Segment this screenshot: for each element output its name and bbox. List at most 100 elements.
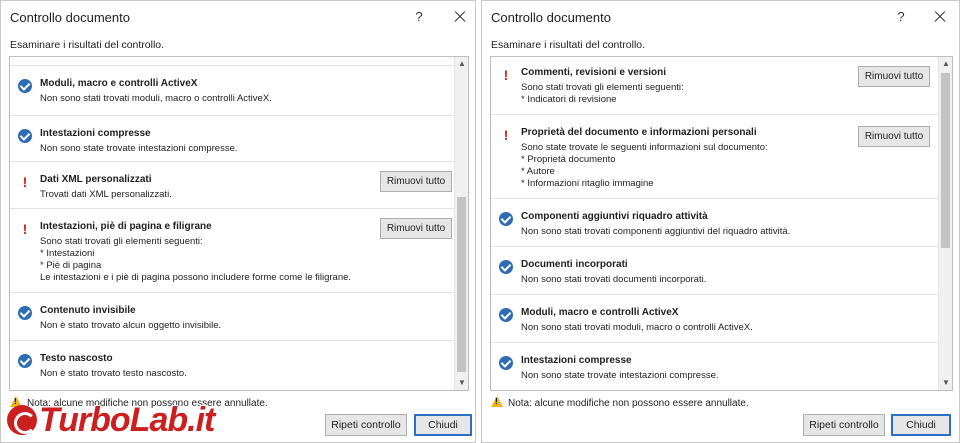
item-title: Componenti aggiuntivi riquadro attività xyxy=(521,211,708,222)
item-line: Non sono state trovate intestazioni comp… xyxy=(40,143,238,154)
status-ok-icon xyxy=(18,354,32,368)
list-item: Contenuto invisibile Non è stato trovato… xyxy=(10,293,454,341)
item-line: Non è stato trovato testo nascosto. xyxy=(40,368,187,379)
warning-triangle-icon xyxy=(491,396,503,407)
dialog-title: Controllo documento xyxy=(10,10,130,25)
item-title: Intestazioni compresse xyxy=(40,128,151,139)
status-warning-icon: ! xyxy=(499,68,513,82)
item-description: Non è stato trovato testo nascosto. xyxy=(40,368,187,380)
scroll-down-icon[interactable]: ▼ xyxy=(939,376,952,390)
list-item: Documenti incorporati Non sono stati tro… xyxy=(491,247,938,295)
check-icon xyxy=(499,356,513,370)
inspector-dialog-left: Controllo documento ? Esaminare i risult… xyxy=(0,0,476,443)
item-title: Proprietà del documento e informazioni p… xyxy=(521,127,757,138)
exclamation-icon: ! xyxy=(22,221,28,237)
scroll-up-icon[interactable]: ▲ xyxy=(455,57,468,71)
status-ok-icon xyxy=(499,260,513,274)
list-item: Moduli, macro e controlli ActiveX Non so… xyxy=(10,66,454,116)
status-ok-icon xyxy=(18,79,32,93)
remove-all-button[interactable]: Rimuovi tutto xyxy=(380,218,452,239)
item-line: Non sono stati trovati moduli, macro o c… xyxy=(521,322,753,333)
item-title: Moduli, macro e controlli ActiveX xyxy=(40,78,198,89)
instructions-text: Esaminare i risultati del controllo. xyxy=(491,39,646,51)
item-description: Non è stato trovato alcun oggetto invisi… xyxy=(40,320,221,332)
scrollbar-thumb[interactable] xyxy=(457,197,466,372)
item-line: Trovati dati XML personalizzati. xyxy=(40,189,172,200)
check-icon xyxy=(499,260,513,274)
check-icon xyxy=(18,306,32,320)
close-icon[interactable] xyxy=(449,7,471,27)
results-list: ! Commenti, revisioni e versioni Sono st… xyxy=(490,56,953,391)
item-line: * Intestazioni xyxy=(40,248,95,259)
item-line: Non è stato trovato alcun oggetto invisi… xyxy=(40,320,222,331)
list-item: Componenti aggiuntivi riquadro attività … xyxy=(491,199,938,247)
recheck-button[interactable]: Ripeti controllo xyxy=(325,414,407,436)
scroll-up-icon[interactable]: ▲ xyxy=(939,57,952,71)
exclamation-icon: ! xyxy=(503,127,509,143)
list-item: Testo nascosto Non è stato trovato testo… xyxy=(10,341,454,390)
item-description: Sono state trovate le seguenti informazi… xyxy=(521,142,768,190)
close-icon[interactable] xyxy=(929,7,951,27)
list-item-partial xyxy=(10,57,454,66)
remove-all-button[interactable]: Rimuovi tutto xyxy=(858,66,930,87)
vertical-scrollbar[interactable]: ▲ ▼ xyxy=(454,57,468,390)
item-title: Testo nascosto xyxy=(40,353,113,364)
close-button[interactable]: Chiudi xyxy=(414,414,472,436)
item-description: Non sono state trovate intestazioni comp… xyxy=(521,370,719,382)
status-ok-icon xyxy=(18,306,32,320)
dialog-title: Controllo documento xyxy=(491,10,611,25)
item-line: Sono stati trovati gli elementi seguenti… xyxy=(521,82,684,93)
item-title: Documenti incorporati xyxy=(521,259,628,270)
status-ok-icon xyxy=(499,356,513,370)
check-icon xyxy=(499,212,513,226)
item-description: Non sono stati trovati componenti aggiun… xyxy=(521,226,790,238)
item-description: Sono stati trovati gli elementi seguenti… xyxy=(40,236,351,284)
exclamation-icon: ! xyxy=(22,174,28,190)
title-bar: Controllo documento ? xyxy=(1,1,475,33)
item-line: Non sono stati trovati componenti aggiun… xyxy=(521,226,791,237)
vertical-scrollbar[interactable]: ▲ ▼ xyxy=(938,57,952,390)
list-item: ! Dati XML personalizzati Trovati dati X… xyxy=(10,162,454,209)
item-line: * Proprietà documento xyxy=(521,154,616,165)
item-title: Moduli, macro e controlli ActiveX xyxy=(521,307,679,318)
title-bar: Controllo documento ? xyxy=(482,1,959,33)
warning-note: Nota: alcune modifiche non possono esser… xyxy=(491,396,749,409)
item-line: Le intestazioni e i piè di pagina posson… xyxy=(40,272,352,283)
item-title: Intestazioni compresse xyxy=(521,355,632,366)
note-text: Nota: alcune modifiche non possono esser… xyxy=(508,398,749,409)
item-line: Non sono state trovate intestazioni comp… xyxy=(521,370,719,381)
item-description: Non sono stati trovati moduli, macro o c… xyxy=(521,322,753,334)
scrollbar-thumb[interactable] xyxy=(941,73,950,248)
remove-all-button[interactable]: Rimuovi tutto xyxy=(858,126,930,147)
item-description: Non sono stati trovati documenti incorpo… xyxy=(521,274,706,286)
help-button[interactable]: ? xyxy=(409,7,429,27)
item-description: Sono stati trovati gli elementi seguenti… xyxy=(521,82,684,106)
remove-all-button[interactable]: Rimuovi tutto xyxy=(380,171,452,192)
status-warning-icon: ! xyxy=(18,222,32,236)
recheck-button[interactable]: Ripeti controllo xyxy=(803,414,885,436)
status-ok-icon xyxy=(499,308,513,322)
item-description: Trovati dati XML personalizzati. xyxy=(40,189,172,201)
results-list: Moduli, macro e controlli ActiveX Non so… xyxy=(9,56,469,391)
inspector-dialog-right: Controllo documento ? Esaminare i risult… xyxy=(481,0,960,443)
scroll-down-icon[interactable]: ▼ xyxy=(455,376,468,390)
check-icon xyxy=(18,129,32,143)
check-icon xyxy=(499,308,513,322)
check-icon xyxy=(18,79,32,93)
status-warning-icon: ! xyxy=(18,175,32,189)
list-item: Moduli, macro e controlli ActiveX Non so… xyxy=(491,295,938,343)
list-item: Intestazioni compresse Non sono state tr… xyxy=(491,343,938,390)
item-title: Dati XML personalizzati xyxy=(40,174,152,185)
item-description: Non sono stati trovati moduli, macro o c… xyxy=(40,93,272,105)
item-line: * Autore xyxy=(521,166,555,177)
item-line: Non sono stati trovati documenti incorpo… xyxy=(521,274,707,285)
list-item: ! Commenti, revisioni e versioni Sono st… xyxy=(491,57,938,115)
instructions-text: Esaminare i risultati del controllo. xyxy=(10,39,165,51)
item-line: Sono state trovate le seguenti informazi… xyxy=(521,142,768,153)
help-button[interactable]: ? xyxy=(891,7,911,27)
exclamation-icon: ! xyxy=(503,67,509,83)
turbolab-watermark: TurboLab.it xyxy=(7,401,215,440)
close-button[interactable]: Chiudi xyxy=(891,414,951,436)
item-line: Sono stati trovati gli elementi seguenti… xyxy=(40,236,203,247)
item-line: * Piè di pagina xyxy=(40,260,102,271)
